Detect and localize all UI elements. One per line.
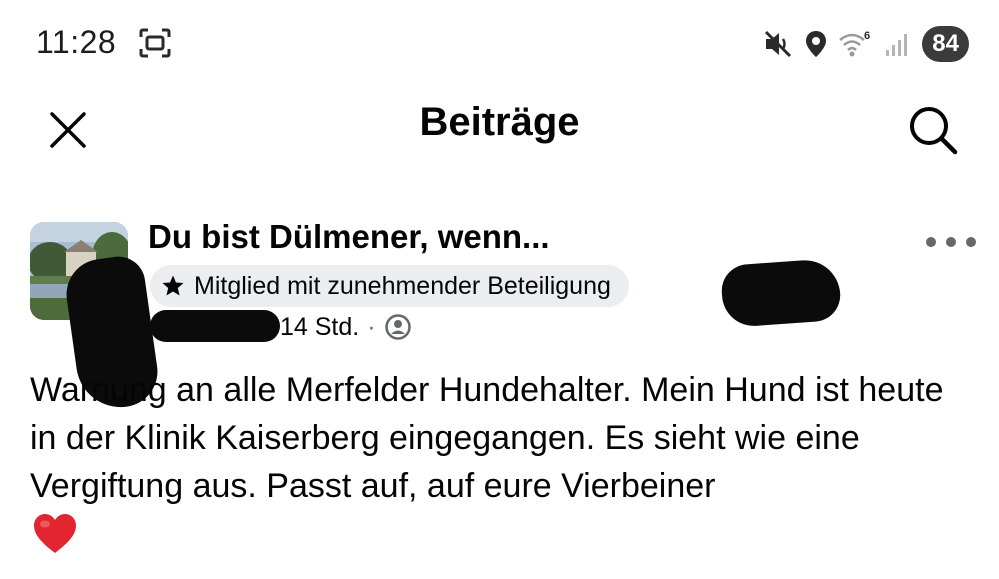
group-name[interactable]: Du bist Dülmener, wenn...	[148, 218, 550, 256]
page-title: Beiträge	[419, 100, 580, 144]
member-badge[interactable]: Mitglied mit zunehmender Beteiligung	[150, 265, 629, 307]
location-icon	[806, 31, 827, 57]
signal-icon	[886, 34, 908, 56]
group-audience-icon[interactable]	[384, 313, 412, 341]
battery-indicator: 84	[922, 26, 969, 62]
status-bar: 11:28 6 84	[0, 0, 999, 90]
post-meta: 14 Std. ·	[280, 312, 412, 342]
redaction-mark	[719, 257, 843, 329]
badge-label: Mitglied mit zunehmender Beteiligung	[194, 271, 611, 300]
more-dot	[966, 237, 976, 247]
mute-icon	[765, 30, 792, 58]
more-dot	[926, 237, 936, 247]
wifi-label: 6	[864, 30, 870, 42]
post-time[interactable]: 14 Std.	[280, 313, 359, 342]
battery-level: 84	[932, 30, 959, 57]
heart-icon	[34, 514, 76, 553]
more-dot	[946, 237, 956, 247]
screen-record-icon	[139, 28, 171, 58]
post-body: Warnung an alle Merfelder Hundehalter. M…	[30, 371, 944, 505]
top-app-bar: Beiträge	[0, 90, 999, 170]
redaction-mark	[150, 310, 280, 342]
status-time: 11:28	[36, 24, 117, 60]
search-icon	[910, 107, 958, 155]
more-options-button[interactable]	[926, 230, 976, 254]
meta-separator: ·	[367, 312, 376, 341]
status-icons: 6 84	[762, 24, 969, 64]
wifi-icon: 6	[839, 30, 870, 57]
search-button[interactable]	[905, 102, 961, 158]
star-icon	[160, 273, 186, 299]
